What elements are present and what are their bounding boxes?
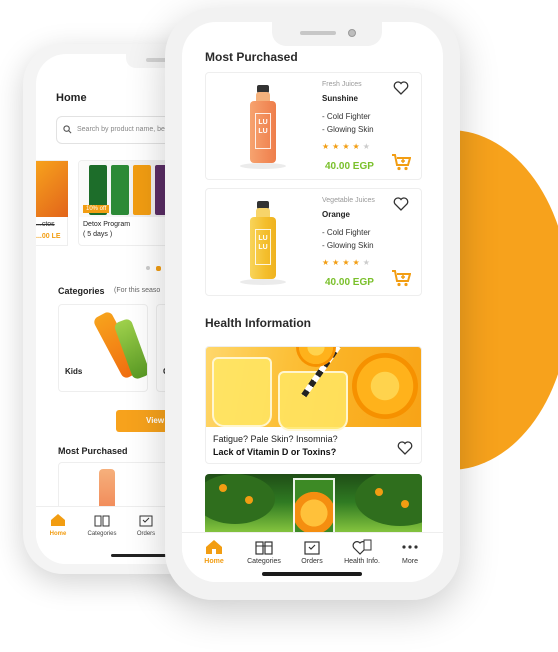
more-icon — [402, 545, 418, 549]
offer-old-price: ...ctos — [36, 221, 55, 228]
star-icon: ★ — [322, 258, 333, 267]
star-rating: ★★★★★ — [322, 258, 373, 267]
tree-image — [355, 474, 422, 526]
product-name: Orange — [322, 210, 351, 219]
product-card[interactable]: LU LU Fresh Juices Sunshine - Cold Fight… — [205, 72, 422, 180]
nav-label: Orders — [136, 531, 156, 537]
product-price: 40.00 EGP — [325, 277, 374, 288]
product-benefit: - Cold Fighter — [322, 112, 371, 121]
bottle-label: LU LU — [255, 113, 271, 149]
home-indicator — [262, 572, 362, 576]
offer-image — [36, 161, 68, 217]
star-icon: ★ — [332, 142, 343, 151]
offer-card[interactable]: ...ctos ...00 LE — [36, 160, 68, 246]
most-purchased-title: Most Purchased — [58, 446, 128, 456]
add-to-cart-icon[interactable] — [391, 269, 411, 287]
health-card[interactable]: Fatigue? Pale Skin? Insomnia? Lack of Vi… — [205, 346, 422, 464]
juice-bottle-image: LU LU — [250, 201, 276, 281]
nav-label: Home — [204, 558, 224, 565]
promo-stage: Home Search by product name, be ...ctos … — [0, 0, 558, 652]
juice-glass — [212, 357, 272, 427]
health-question: Fatigue? Pale Skin? Insomnia? — [213, 434, 338, 444]
health-information-title: Health Information — [205, 316, 312, 330]
home-indicator — [111, 554, 166, 557]
camera-icon — [348, 29, 356, 37]
nav-categories[interactable]: Categories — [242, 539, 286, 565]
nav-label: Health Info. — [344, 558, 380, 565]
star-icon: ★ — [342, 142, 353, 151]
product-name: Sunshine — [322, 94, 359, 103]
product-category: Vegetable Juices — [322, 197, 375, 204]
star-icon: ★ — [352, 258, 363, 267]
nav-more[interactable]: More — [388, 539, 432, 565]
heart-icon[interactable] — [393, 81, 409, 95]
product-card[interactable]: LU LU Vegetable Juices Orange - Cold Fig… — [205, 188, 422, 296]
juice-bottle-image: LU LU — [250, 85, 276, 165]
home-icon — [51, 514, 65, 526]
search-placeholder: Search by product name, be — [77, 126, 165, 133]
product-benefit: - Glowing Skin — [322, 125, 374, 134]
tree-image — [205, 474, 275, 524]
orders-icon — [139, 515, 153, 527]
nav-label: More — [402, 558, 418, 565]
star-rating: ★★★★★ — [322, 142, 373, 151]
home-icon — [206, 540, 222, 554]
star-icon: ★ — [362, 258, 373, 267]
categories-subtitle: (For this seaso — [114, 287, 161, 294]
detox-duration: ( 5 days ) — [83, 231, 113, 238]
product-benefit: - Cold Fighter — [322, 228, 371, 237]
star-icon: ★ — [342, 258, 353, 267]
nav-label: Orders — [301, 558, 323, 565]
categories-icon — [94, 515, 110, 527]
carousel-dot-active[interactable] — [156, 266, 161, 271]
phone-notch — [272, 22, 382, 46]
nav-label: Categories — [247, 558, 281, 565]
offer-price: ...00 LE — [36, 233, 61, 240]
heart-icon[interactable] — [393, 197, 409, 211]
star-icon: ★ — [332, 258, 343, 267]
category-card-kids[interactable]: Kids — [58, 304, 148, 392]
categories-title: Categories — [58, 286, 105, 296]
health-headline: Lack of Vitamin D or Toxins? — [213, 447, 337, 457]
star-icon: ★ — [352, 142, 363, 151]
carousel-dot[interactable] — [146, 266, 150, 270]
product-benefit: - Glowing Skin — [322, 241, 374, 250]
bottle-label: LU LU — [255, 229, 271, 265]
add-to-cart-icon[interactable] — [391, 153, 411, 171]
categories-icon — [255, 541, 273, 555]
most-purchased-title: Most Purchased — [205, 50, 298, 64]
page-title: Home — [56, 92, 87, 104]
product-price: 40.00 EGP — [325, 161, 374, 172]
health-info-icon — [352, 539, 372, 555]
nav-home[interactable]: Home — [36, 507, 80, 564]
nav-orders[interactable]: Orders — [290, 539, 334, 565]
front-phone-screen: Most Purchased LU LU Fresh Juices Sunshi… — [182, 22, 443, 582]
orders-icon — [304, 541, 320, 555]
detox-title: Detox Program — [83, 221, 131, 228]
heart-icon[interactable] — [397, 441, 413, 455]
nav-home[interactable]: Home — [192, 539, 236, 565]
juice-pack — [111, 165, 129, 215]
nav-label: Categories — [87, 531, 117, 537]
front-phone: Most Purchased LU LU Fresh Juices Sunshi… — [165, 8, 460, 600]
search-icon — [63, 125, 72, 134]
product-category: Fresh Juices — [322, 81, 362, 88]
juice-pack — [133, 165, 151, 215]
nav-label: Home — [49, 531, 67, 537]
star-icon: ★ — [362, 142, 373, 151]
orange-slice — [296, 347, 336, 367]
nav-health-info[interactable]: Health Info. — [340, 539, 384, 565]
orange-slice — [352, 353, 418, 419]
star-icon: ★ — [322, 142, 333, 151]
orange-juice-image — [206, 347, 421, 431]
category-label: Kids — [65, 367, 83, 376]
discount-badge: 10% off — [83, 205, 110, 213]
